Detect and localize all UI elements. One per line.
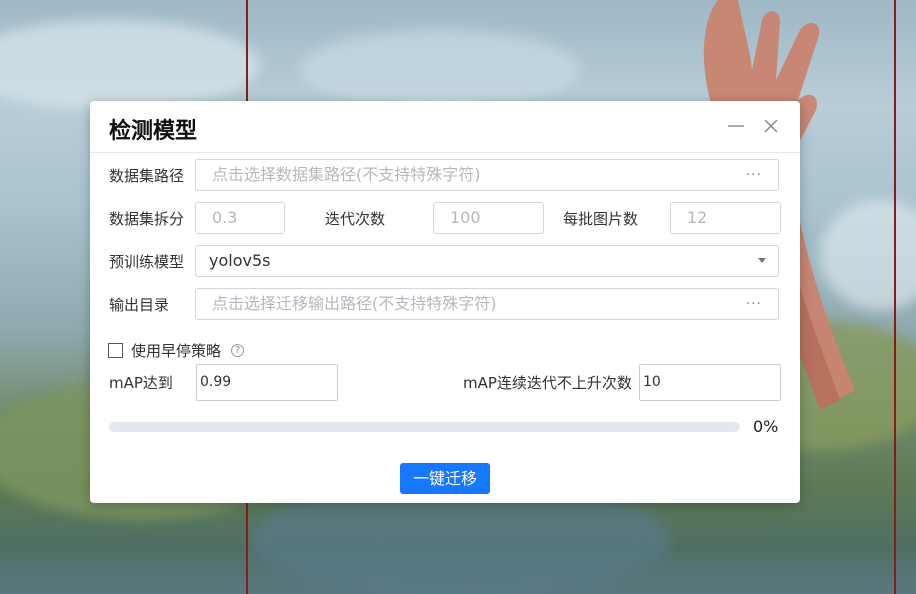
chevron-down-icon xyxy=(758,258,766,263)
close-button[interactable] xyxy=(760,115,782,137)
iterations-input[interactable]: 100 xyxy=(433,202,544,234)
batch-size-input[interactable]: 12 xyxy=(670,202,781,234)
batch-size-placeholder: 12 xyxy=(687,208,708,227)
browse-dataset-icon[interactable]: ··· xyxy=(746,160,762,190)
map-target-input[interactable]: 0.99 xyxy=(196,364,338,401)
minimize-button[interactable] xyxy=(725,115,747,137)
map-patience-label: mAP连续迭代不上升次数 xyxy=(463,374,632,392)
dataset-split-placeholder: 0.3 xyxy=(212,208,238,227)
pretrained-model-value: yolov5s xyxy=(209,251,271,270)
output-dir-label: 输出目录 xyxy=(109,296,170,314)
dataset-split-input[interactable]: 0.3 xyxy=(195,202,285,234)
early-stop-label: 使用早停策略 xyxy=(131,342,222,360)
progress-percent: 0% xyxy=(753,417,779,436)
iterations-label: 迭代次数 xyxy=(325,210,386,228)
one-click-transfer-button[interactable]: 一键迁移 xyxy=(400,463,490,494)
minimize-icon xyxy=(728,125,744,127)
map-patience-input[interactable]: 10 xyxy=(639,364,781,401)
dataset-split-label: 数据集拆分 xyxy=(109,210,185,228)
progress-bar xyxy=(109,422,740,432)
pretrained-model-select[interactable]: yolov5s xyxy=(195,245,779,277)
map-patience-value: 10 xyxy=(643,374,661,390)
water-highlight xyxy=(0,20,260,110)
dataset-path-label: 数据集路径 xyxy=(109,167,185,185)
map-target-value: 0.99 xyxy=(200,374,232,390)
output-dir-placeholder: 点击选择迁移输出路径(不支持特殊字符) xyxy=(212,294,497,313)
map-target-label: mAP达到 xyxy=(109,374,173,392)
help-icon[interactable]: ? xyxy=(231,344,244,357)
pretrained-model-label: 预训练模型 xyxy=(109,253,185,271)
dialog-header: 检测模型 xyxy=(90,101,800,153)
dataset-path-input[interactable]: 点击选择数据集路径(不支持特殊字符) ··· xyxy=(195,159,779,191)
browse-output-icon[interactable]: ··· xyxy=(746,289,762,319)
close-icon xyxy=(764,119,778,133)
dialog-title: 检测模型 xyxy=(109,119,198,144)
output-dir-input[interactable]: 点击选择迁移输出路径(不支持特殊字符) ··· xyxy=(195,288,779,320)
water-highlight xyxy=(300,30,580,110)
dataset-path-placeholder: 点击选择数据集路径(不支持特殊字符) xyxy=(212,165,481,184)
early-stop-checkbox[interactable] xyxy=(108,343,123,358)
batch-size-label: 每批图片数 xyxy=(563,210,639,228)
detection-model-dialog: 检测模型 数据集路径 点击选择数据集路径(不支持特殊字符) ··· 数据集拆分 … xyxy=(90,101,800,503)
guide-line-right xyxy=(894,0,896,594)
iterations-placeholder: 100 xyxy=(450,208,481,227)
